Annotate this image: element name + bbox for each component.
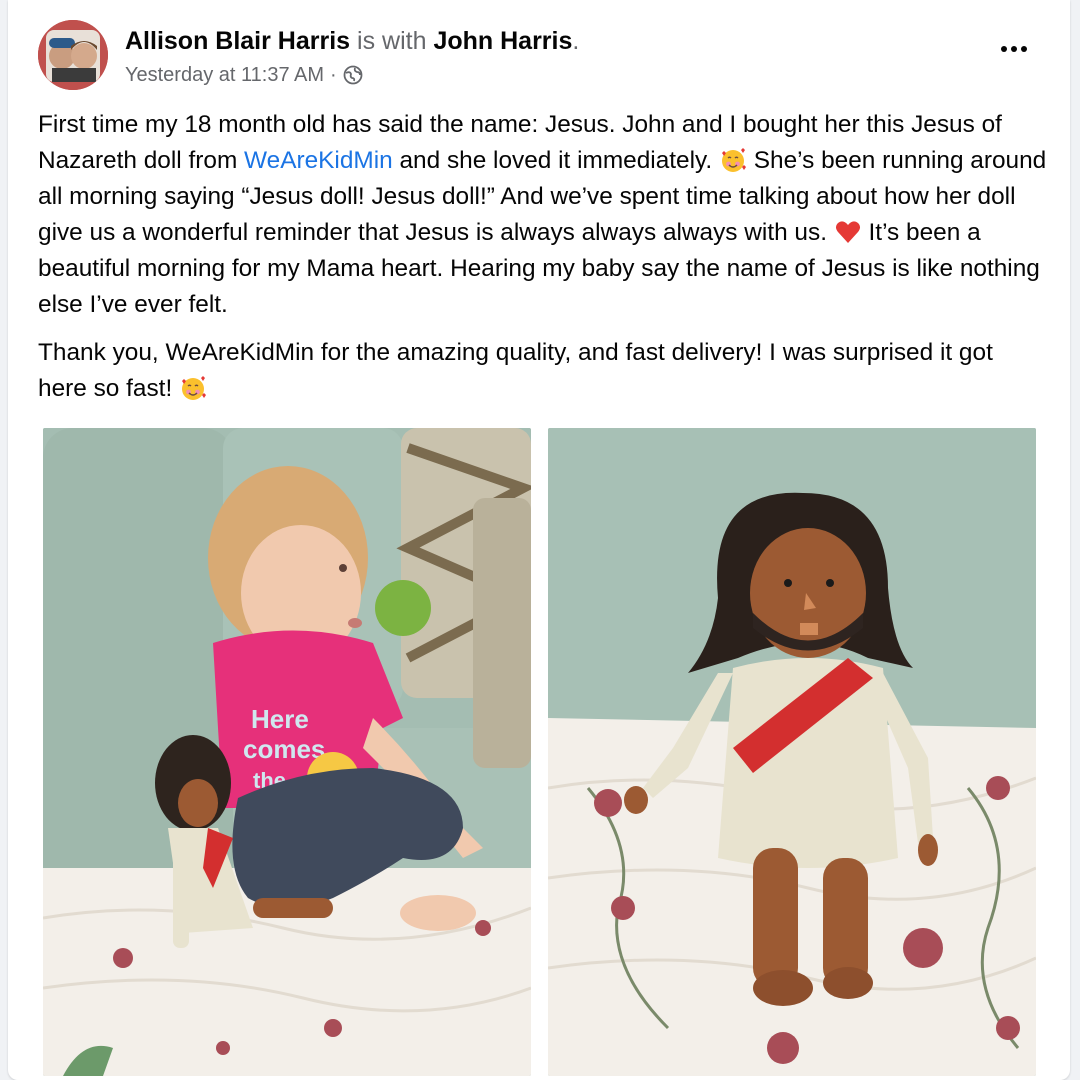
wearekidmin-link[interactable]: WeAreKidMin — [244, 147, 393, 174]
author-avatar[interactable] — [38, 20, 108, 90]
timestamp[interactable]: Yesterday at 11:37 AM — [125, 63, 324, 87]
red-heart-icon — [834, 219, 862, 245]
post-photo-doll[interactable] — [548, 428, 1036, 1076]
post-photo-toddler-with-doll[interactable]: Here comes the — [43, 428, 531, 1076]
meta-separator: · — [330, 64, 337, 86]
author-name[interactable]: Allison Blair Harris — [125, 27, 350, 55]
tagged-name[interactable]: John Harris — [433, 27, 572, 55]
post-header: Allison Blair Harris is with John Harris… — [38, 20, 1040, 90]
shirt-text-2: comes — [243, 734, 325, 764]
post-text: First time my 18 month old has said the … — [38, 107, 1048, 419]
shirt-text-1: Here — [251, 704, 309, 734]
post-meta: Yesterday at 11:37 AM · — [125, 63, 363, 87]
with-text: is with — [357, 27, 427, 55]
post-paragraph-1: First time my 18 month old has said the … — [38, 107, 1048, 323]
paragraph-1-part-2: and she loved it immediately. — [392, 147, 719, 174]
globe-icon[interactable] — [343, 65, 363, 85]
smiling-face-with-hearts-icon — [179, 375, 207, 401]
smiling-face-with-hearts-icon — [719, 147, 747, 173]
author-line: Allison Blair Harris is with John Harris… — [125, 26, 579, 56]
tagged-suffix: . — [572, 27, 580, 55]
post-card: Allison Blair Harris is with John Harris… — [8, 0, 1070, 1080]
post-paragraph-2: Thank you, WeAreKidMin for the amazing q… — [38, 335, 1048, 407]
more-options-icon[interactable] — [994, 34, 1034, 64]
